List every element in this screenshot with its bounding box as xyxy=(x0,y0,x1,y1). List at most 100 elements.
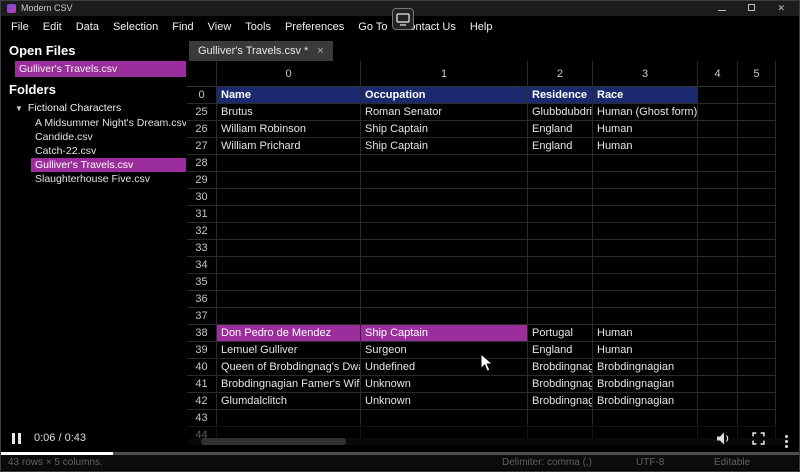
cell-35-0[interactable] xyxy=(217,274,361,291)
cell-32-4[interactable] xyxy=(698,223,738,240)
tree-item[interactable]: Gulliver's Travels.csv xyxy=(31,158,186,172)
cell-36-5[interactable] xyxy=(738,291,776,308)
cell-34-3[interactable] xyxy=(593,257,698,274)
cell-41-4[interactable] xyxy=(698,376,738,393)
menu-data[interactable]: Data xyxy=(69,16,106,38)
cell-38-2[interactable]: Portugal xyxy=(528,325,593,342)
row-header-29[interactable]: 29 xyxy=(187,172,217,189)
row-header-37[interactable]: 37 xyxy=(187,308,217,325)
cell-37-5[interactable] xyxy=(738,308,776,325)
cell-41-5[interactable] xyxy=(738,376,776,393)
expand-arrow-icon[interactable]: ▼ xyxy=(15,104,23,113)
cell-41-3[interactable]: Brobdingnagian xyxy=(593,376,698,393)
row-header-31[interactable]: 31 xyxy=(187,206,217,223)
folder-root-fictional-characters[interactable]: ▼Fictional Characters xyxy=(1,100,186,116)
cell-0-0[interactable]: Name xyxy=(217,87,361,104)
row-header-41[interactable]: 41 xyxy=(187,376,217,393)
cell-42-2[interactable]: Brobdingnag xyxy=(528,393,593,410)
cell-40-5[interactable] xyxy=(738,359,776,376)
column-header-5[interactable]: 5 xyxy=(738,61,776,87)
cell-38-5[interactable] xyxy=(738,325,776,342)
tree-item[interactable]: Candide.csv xyxy=(1,130,186,144)
cell-40-0[interactable]: Queen of Brobdingnag's Dwarf xyxy=(217,359,361,376)
cell-29-0[interactable] xyxy=(217,172,361,189)
cell-29-3[interactable] xyxy=(593,172,698,189)
delimiter-status[interactable]: Delimiter: comma (,) xyxy=(502,457,592,468)
menu-go-to[interactable]: Go To xyxy=(351,16,394,38)
cell-41-0[interactable]: Brobdingnagian Famer's Wife xyxy=(217,376,361,393)
cell-41-2[interactable]: Brobdingnag xyxy=(528,376,593,393)
cell-37-0[interactable] xyxy=(217,308,361,325)
tree-item[interactable]: Catch-22.csv xyxy=(1,144,186,158)
cell-36-2[interactable] xyxy=(528,291,593,308)
cell-35-4[interactable] xyxy=(698,274,738,291)
cell-34-0[interactable] xyxy=(217,257,361,274)
row-header-40[interactable]: 40 xyxy=(187,359,217,376)
cell-27-3[interactable]: Human xyxy=(593,138,698,155)
cell-38-1[interactable]: Ship Captain xyxy=(361,325,528,342)
row-header-25[interactable]: 25 xyxy=(187,104,217,121)
cell-28-2[interactable] xyxy=(528,155,593,172)
cell-34-5[interactable] xyxy=(738,257,776,274)
column-header-4[interactable]: 4 xyxy=(698,61,738,87)
cell-38-0[interactable]: Don Pedro de Mendez xyxy=(217,325,361,342)
cell-32-5[interactable] xyxy=(738,223,776,240)
cell-26-1[interactable]: Ship Captain xyxy=(361,121,528,138)
cell-26-4[interactable] xyxy=(698,121,738,138)
screen-cast-icon[interactable] xyxy=(392,8,414,30)
cell-32-2[interactable] xyxy=(528,223,593,240)
cell-33-5[interactable] xyxy=(738,240,776,257)
row-header-39[interactable]: 39 xyxy=(187,342,217,359)
open-file-item[interactable]: Gulliver's Travels.csv xyxy=(15,61,186,77)
cell-37-4[interactable] xyxy=(698,308,738,325)
cell-37-1[interactable] xyxy=(361,308,528,325)
cell-27-1[interactable]: Ship Captain xyxy=(361,138,528,155)
cell-27-2[interactable]: England xyxy=(528,138,593,155)
cell-37-2[interactable] xyxy=(528,308,593,325)
cell-25-4[interactable] xyxy=(698,104,738,121)
row-header-28[interactable]: 28 xyxy=(187,155,217,172)
cell-28-5[interactable] xyxy=(738,155,776,172)
cell-30-0[interactable] xyxy=(217,189,361,206)
cell-27-5[interactable] xyxy=(738,138,776,155)
cell-39-1[interactable]: Surgeon xyxy=(361,342,528,359)
cell-34-4[interactable] xyxy=(698,257,738,274)
cell-36-0[interactable] xyxy=(217,291,361,308)
cell-32-3[interactable] xyxy=(593,223,698,240)
row-header-33[interactable]: 33 xyxy=(187,240,217,257)
cell-40-2[interactable]: Brobdingnag xyxy=(528,359,593,376)
row-header-30[interactable]: 30 xyxy=(187,189,217,206)
cell-0-3[interactable]: Race xyxy=(593,87,698,104)
column-header-2[interactable]: 2 xyxy=(528,61,593,87)
cell-34-1[interactable] xyxy=(361,257,528,274)
cell-31-4[interactable] xyxy=(698,206,738,223)
menu-help[interactable]: Help xyxy=(463,16,500,38)
cell-30-2[interactable] xyxy=(528,189,593,206)
cell-41-1[interactable]: Unknown xyxy=(361,376,528,393)
cell-28-1[interactable] xyxy=(361,155,528,172)
minimize-button[interactable] xyxy=(718,1,726,16)
cell-26-2[interactable]: England xyxy=(528,121,593,138)
cell-36-1[interactable] xyxy=(361,291,528,308)
cell-36-3[interactable] xyxy=(593,291,698,308)
cell-30-1[interactable] xyxy=(361,189,528,206)
tab-close-icon[interactable]: × xyxy=(317,45,323,57)
cell-42-0[interactable]: Glumdalclitch xyxy=(217,393,361,410)
cell-42-3[interactable]: Brobdingnagian xyxy=(593,393,698,410)
cell-33-1[interactable] xyxy=(361,240,528,257)
tab-gullivers-travels[interactable]: Gulliver's Travels.csv * × xyxy=(189,41,333,61)
row-header-26[interactable]: 26 xyxy=(187,121,217,138)
menu-tools[interactable]: Tools xyxy=(238,16,278,38)
cell-33-2[interactable] xyxy=(528,240,593,257)
cell-31-5[interactable] xyxy=(738,206,776,223)
maximize-button[interactable] xyxy=(748,1,755,16)
cell-31-2[interactable] xyxy=(528,206,593,223)
cell-38-4[interactable] xyxy=(698,325,738,342)
edit-mode-status[interactable]: Editable xyxy=(714,457,750,468)
cell-38-3[interactable]: Human xyxy=(593,325,698,342)
cell-26-0[interactable]: William Robinson xyxy=(217,121,361,138)
menu-selection[interactable]: Selection xyxy=(106,16,165,38)
cell-39-4[interactable] xyxy=(698,342,738,359)
cell-39-3[interactable]: Human xyxy=(593,342,698,359)
cell-25-3[interactable]: Human (Ghost form) xyxy=(593,104,698,121)
